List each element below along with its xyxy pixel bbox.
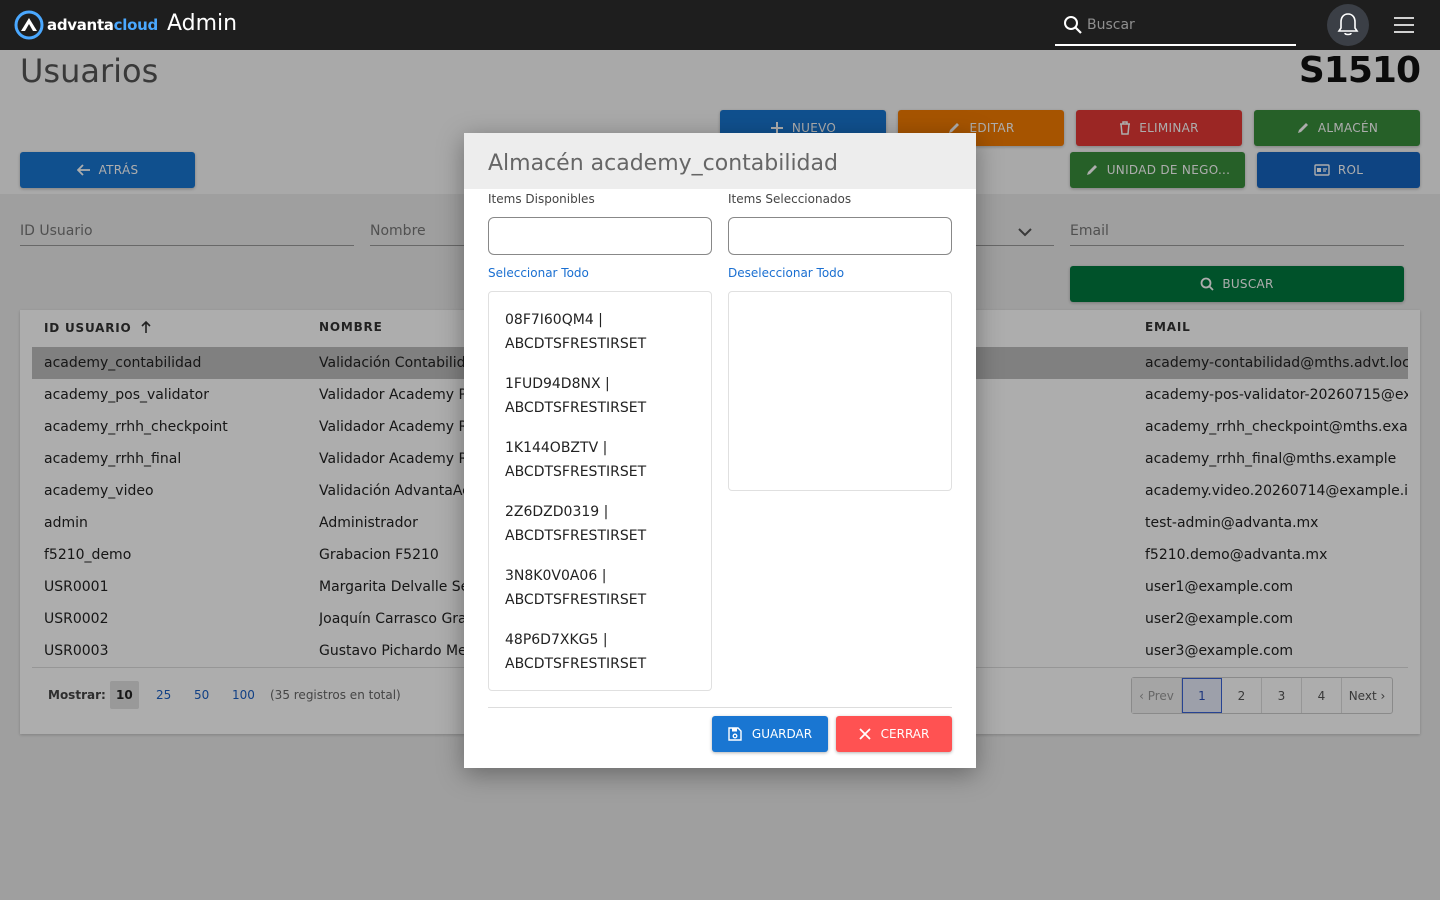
modal-title: Almacén academy_contabilidad — [488, 151, 838, 176]
item-code: 1K144OBZTV | — [505, 440, 608, 456]
selected-items-list — [728, 291, 952, 491]
advanta-cloud-logo[interactable]: advantacloud — [14, 10, 158, 40]
app-title: Admin — [167, 11, 238, 36]
item-group: ABCDTSFRESTIRSET — [505, 528, 647, 544]
selected-items-label: Items Seleccionados — [728, 192, 852, 206]
item-code: 48P6D7XKG5 | — [505, 632, 608, 648]
list-item[interactable]: 2Z6DZD0319 | ABCDTSFRESTIRSET — [489, 500, 711, 548]
list-item[interactable]: 3N8K0V0A06 | ABCDTSFRESTIRSET — [489, 564, 711, 612]
select-all-link[interactable]: Seleccionar Todo — [488, 266, 589, 280]
item-group: ABCDTSFRESTIRSET — [505, 400, 647, 416]
list-item[interactable]: 1FUD94D8NX | ABCDTSFRESTIRSET — [489, 372, 711, 420]
bell-icon — [1337, 13, 1359, 36]
modal-footer-divider — [488, 707, 952, 708]
top-bar: advantacloud Admin — [0, 0, 1440, 50]
selected-items-filter-input[interactable] — [729, 218, 951, 254]
list-item[interactable]: 08F7I60QM4 | ABCDTSFRESTIRSET — [489, 308, 711, 356]
item-group: ABCDTSFRESTIRSET — [505, 464, 647, 480]
almacen-modal: Almacén academy_contabilidad Items Dispo… — [464, 133, 976, 768]
cerrar-button[interactable]: CERRAR — [836, 716, 952, 752]
item-group: ABCDTSFRESTIRSET — [505, 336, 647, 352]
available-items-label: Items Disponibles — [488, 192, 595, 206]
item-group: ABCDTSFRESTIRSET — [505, 656, 647, 672]
logo-text: advantacloud — [47, 16, 158, 34]
hamburger-menu-icon[interactable] — [1392, 14, 1416, 36]
notifications-button[interactable] — [1327, 4, 1369, 46]
save-icon — [728, 727, 742, 741]
available-items-filter-input[interactable] — [489, 218, 711, 254]
available-items-list: 08F7I60QM4 | ABCDTSFRESTIRSET 1FUD94D8NX |… — [488, 291, 712, 691]
guardar-button[interactable]: GUARDAR — [712, 716, 828, 752]
deselect-all-link[interactable]: Deseleccionar Todo — [728, 266, 844, 280]
selected-items-filter — [728, 217, 952, 255]
advanta-logo-icon — [14, 10, 44, 40]
list-item[interactable]: 48P6D7XKG5 | ABCDTSFRESTIRSET — [489, 628, 711, 676]
modal-header: Almacén academy_contabilidad — [464, 133, 976, 189]
item-code: 3N8K0V0A06 | — [505, 568, 607, 584]
item-code: 1FUD94D8NX | — [505, 376, 610, 392]
item-group: ABCDTSFRESTIRSET — [505, 592, 647, 608]
item-code: 08F7I60QM4 | — [505, 312, 603, 328]
global-search — [1055, 6, 1296, 46]
item-code: 2Z6DZD0319 | — [505, 504, 609, 520]
close-icon — [859, 728, 871, 740]
available-items-filter — [488, 217, 712, 255]
list-item[interactable]: 1K144OBZTV | ABCDTSFRESTIRSET — [489, 436, 711, 484]
search-icon — [1064, 16, 1082, 34]
global-search-input[interactable] — [1087, 12, 1287, 38]
